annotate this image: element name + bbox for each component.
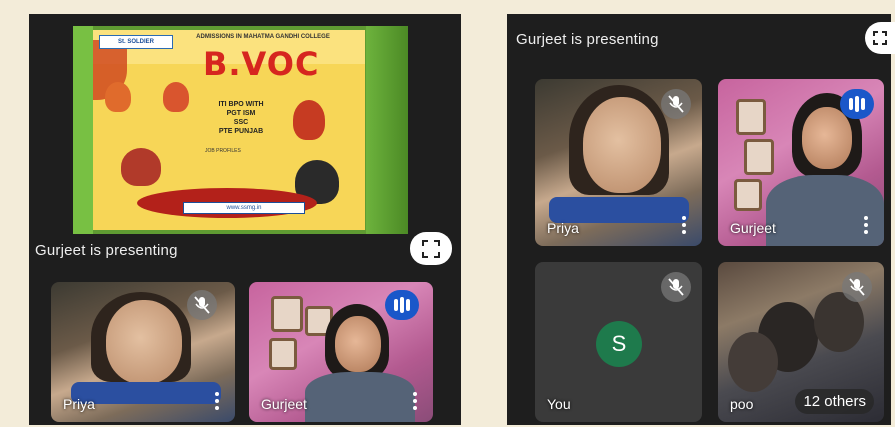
mic-off-icon: [668, 278, 684, 296]
participant-tile-gurjeet[interactable]: Gurjeet: [249, 282, 433, 422]
video-wall-frame: [744, 139, 774, 175]
slide-figure: [293, 100, 325, 140]
avatar: S: [596, 321, 642, 367]
participant-tile-gurjeet[interactable]: Gurjeet: [718, 79, 884, 246]
mic-off-button[interactable]: [661, 89, 691, 119]
slide-web-address: www.ssmg.in: [183, 202, 305, 214]
speaking-indicator-icon: [849, 98, 853, 110]
presenting-label: Gurjeet is presenting: [35, 242, 178, 259]
mic-off-button[interactable]: [187, 290, 217, 320]
presentation-frame[interactable]: St. SOLDIER ADMISSIONS IN MAHATMA GANDHI…: [73, 26, 408, 234]
left-meeting-panel: St. SOLDIER ADMISSIONS IN MAHATMA GANDHI…: [29, 14, 461, 425]
speaking-indicator: [385, 290, 419, 320]
participant-tile-priya[interactable]: Priya: [535, 79, 702, 246]
participant-name: Priya: [63, 396, 95, 412]
video-outfit: [305, 372, 415, 422]
right-meeting-panel: Gurjeet is presenting Priya Gurjeet S Yo…: [507, 14, 895, 425]
mic-off-icon: [668, 95, 684, 113]
mic-off-icon: [194, 296, 210, 314]
mic-off-icon: [849, 278, 865, 296]
fullscreen-button[interactable]: [865, 22, 895, 54]
participant-tile-you[interactable]: S You: [535, 262, 702, 422]
participant-tile-priya[interactable]: Priya: [51, 282, 235, 422]
slide-job-list-heading: JOB PROFILES: [205, 148, 241, 154]
presentation-slide: St. SOLDIER ADMISSIONS IN MAHATMA GANDHI…: [93, 30, 365, 230]
video-face: [335, 316, 381, 372]
speaking-indicator: [840, 89, 874, 119]
video-outfit: [766, 175, 884, 246]
video-person: [728, 332, 778, 392]
more-vert-icon[interactable]: [682, 213, 686, 234]
speaking-indicator-icon: [394, 299, 398, 311]
participant-name: poo: [730, 396, 754, 412]
video-wall-frame: [269, 338, 297, 370]
fullscreen-button[interactable]: [410, 232, 452, 265]
video-wall-frame: [271, 296, 303, 332]
participant-tile-others[interactable]: poo 12 others: [718, 262, 884, 422]
more-vert-icon[interactable]: [864, 213, 868, 234]
slide-header-text: ADMISSIONS IN MAHATMA GANDHI COLLEGE: [196, 34, 330, 40]
fullscreen-icon: [873, 31, 887, 45]
participant-name: Priya: [547, 220, 579, 236]
video-wall-frame: [734, 179, 762, 211]
mic-off-button[interactable]: [842, 272, 872, 302]
slide-figure: [163, 82, 189, 112]
video-face: [583, 97, 661, 193]
video-wall-frame: [736, 99, 766, 135]
slide-logo: St. SOLDIER: [99, 35, 173, 49]
participant-name: Gurjeet: [730, 220, 776, 236]
video-face: [802, 107, 852, 169]
fullscreen-icon: [422, 240, 440, 258]
slide-border-left: [73, 26, 93, 234]
more-vert-icon[interactable]: [215, 389, 219, 410]
mic-off-button[interactable]: [661, 272, 691, 302]
slide-figure: [121, 148, 161, 186]
participant-name: Gurjeet: [261, 396, 307, 412]
slide-course-text: ITI BPO WITH PGT ISM SSC PTE PUNJAB: [218, 101, 264, 135]
slide-figure: [105, 82, 131, 112]
others-count-badge[interactable]: 12 others: [795, 389, 874, 414]
presenting-label: Gurjeet is presenting: [516, 31, 659, 48]
participant-name: You: [547, 396, 571, 412]
video-face: [106, 300, 182, 384]
slide-headline: B.VOC: [203, 45, 320, 83]
more-vert-icon[interactable]: [413, 389, 417, 410]
slide-border-right: [366, 26, 408, 234]
